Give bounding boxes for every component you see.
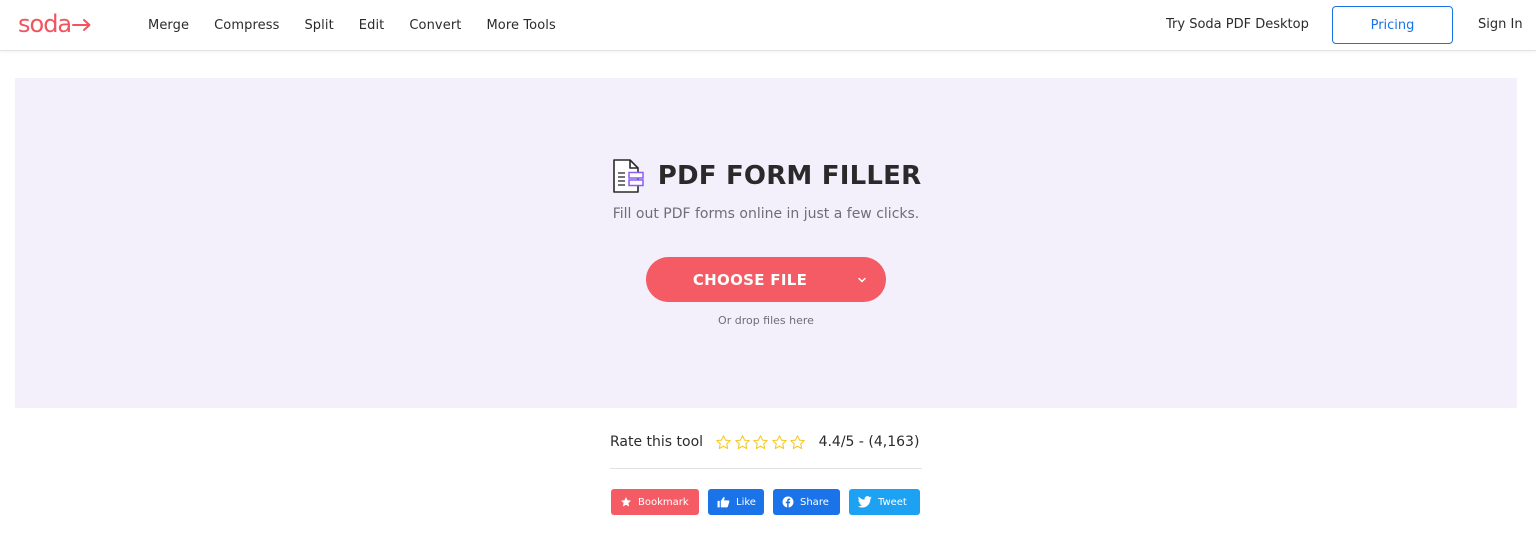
star-icon[interactable] (734, 434, 751, 451)
upload-panel[interactable]: PDF FORM FILLER Fill out PDF forms onlin… (15, 78, 1517, 408)
bookmark-button[interactable]: Bookmark (611, 489, 699, 515)
top-header: soda Merge Compress Split Edit Convert M… (0, 0, 1536, 51)
like-label: Like (736, 496, 756, 508)
rate-label: Rate this tool (610, 434, 704, 450)
star-icon[interactable] (715, 434, 732, 451)
form-document-icon (612, 159, 644, 193)
sign-in-link[interactable]: Sign In (1478, 17, 1523, 32)
choose-file-label: CHOOSE FILE (692, 270, 808, 289)
main-nav: Merge Compress Split Edit Convert More T… (148, 0, 581, 51)
rating-score: 4.4/5 - (4,163) (818, 434, 920, 450)
thumbs-up-icon (717, 497, 730, 508)
tweet-button[interactable]: Tweet (849, 489, 920, 515)
try-desktop-link[interactable]: Try Soda PDF Desktop (1166, 17, 1309, 32)
rating-row: Rate this tool 4.4/5 - (4,163) (610, 431, 922, 453)
twitter-icon (858, 496, 872, 508)
nav-merge[interactable]: Merge (148, 18, 189, 33)
star-icon[interactable] (752, 434, 769, 451)
choose-file-button[interactable]: CHOOSE FILE (646, 257, 886, 302)
soda-logo[interactable]: soda (18, 9, 92, 39)
nav-edit[interactable]: Edit (359, 18, 385, 33)
drop-hint: Or drop files here (718, 314, 814, 327)
like-button[interactable]: Like (708, 489, 764, 515)
nav-split[interactable]: Split (304, 18, 333, 33)
rating-divider (610, 468, 922, 469)
star-icon[interactable] (771, 434, 788, 451)
logo-text: soda (18, 10, 72, 38)
nav-convert[interactable]: Convert (409, 18, 461, 33)
page-title: PDF FORM FILLER (657, 161, 922, 191)
star-icon[interactable] (789, 434, 806, 451)
star-rating[interactable] (715, 434, 808, 451)
pricing-button[interactable]: Pricing (1332, 6, 1453, 44)
title-row: PDF FORM FILLER (15, 158, 1517, 194)
page-subtitle: Fill out PDF forms online in just a few … (612, 206, 920, 222)
facebook-icon (782, 496, 794, 508)
nav-more-tools[interactable]: More Tools (486, 18, 555, 33)
star-icon (621, 497, 631, 507)
bookmark-label: Bookmark (638, 496, 689, 508)
chevron-down-icon[interactable] (856, 275, 868, 285)
logo-arrow-icon (72, 19, 91, 31)
tweet-label: Tweet (878, 496, 907, 508)
facebook-share-button[interactable]: Share (773, 489, 840, 515)
nav-compress[interactable]: Compress (214, 18, 279, 33)
share-label: Share (800, 496, 829, 508)
